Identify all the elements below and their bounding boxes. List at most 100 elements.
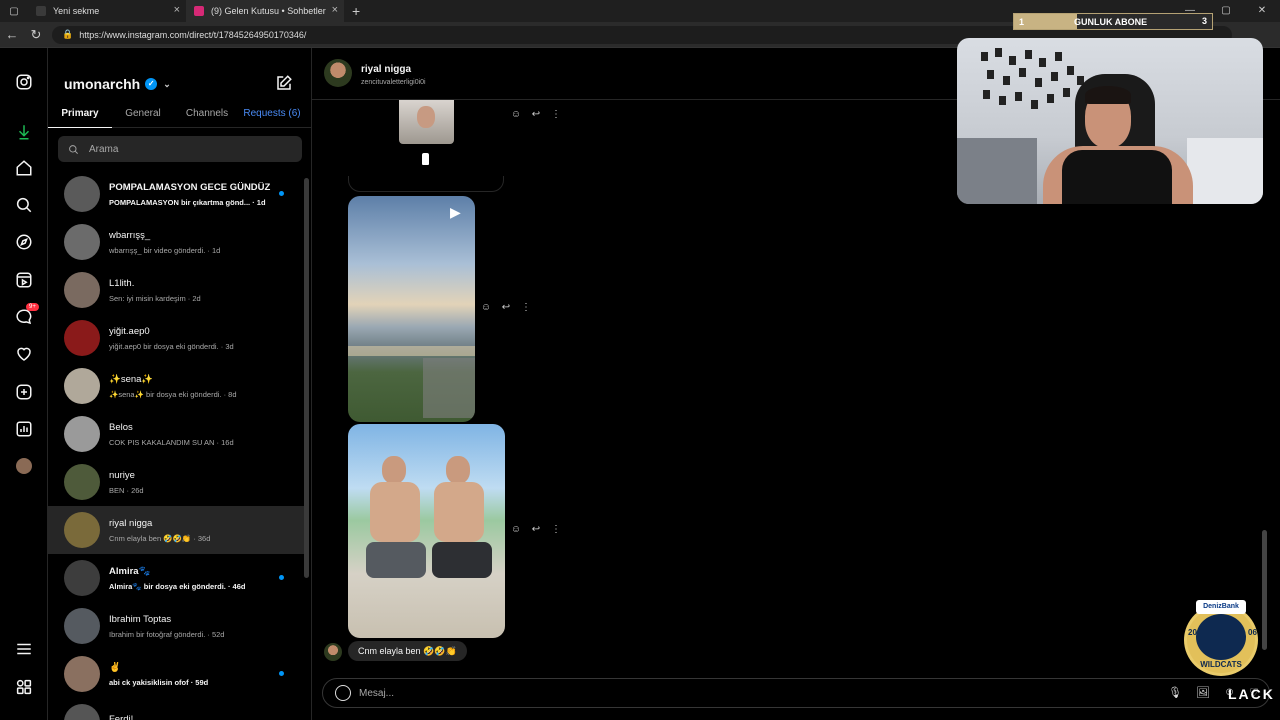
conversation-avatar[interactable] bbox=[64, 416, 100, 452]
shared-photo[interactable] bbox=[399, 100, 454, 144]
conversation-avatar[interactable] bbox=[64, 464, 100, 500]
conversation-avatar[interactable] bbox=[64, 608, 100, 644]
shared-video[interactable]: ▶ bbox=[348, 196, 475, 422]
conversation-name: Belos bbox=[109, 421, 133, 433]
play-icon[interactable]: ▶ bbox=[450, 204, 461, 221]
shared-photo[interactable] bbox=[348, 424, 505, 638]
message-actions: ☺ ↩ ⋮ bbox=[510, 109, 562, 120]
explore-icon[interactable] bbox=[14, 232, 34, 252]
new-tab-button[interactable]: + bbox=[352, 3, 360, 19]
conversation-avatar[interactable] bbox=[64, 560, 100, 596]
instagram-logo-icon[interactable] bbox=[14, 72, 34, 92]
conversation-avatar[interactable] bbox=[64, 512, 100, 548]
list-scrollbar[interactable] bbox=[304, 178, 309, 578]
reels-icon[interactable] bbox=[14, 270, 34, 290]
conversation-row[interactable]: nuriye BEN · 26d bbox=[48, 458, 304, 506]
messages-badge: 9+ bbox=[26, 303, 39, 311]
reply-icon[interactable]: ↩ bbox=[530, 109, 542, 120]
poster bbox=[1067, 66, 1074, 75]
conversation-name: ✌ bbox=[109, 661, 121, 673]
chat-avatar[interactable] bbox=[324, 59, 352, 87]
reply-icon[interactable]: ↩ bbox=[500, 302, 512, 313]
home-icon[interactable] bbox=[14, 158, 34, 178]
conversation-row[interactable]: yiğit.aep0 yiğit.aep0 bir dosya eki gönde… bbox=[48, 314, 304, 362]
conversation-avatar[interactable] bbox=[64, 320, 100, 356]
conversation-row[interactable]: POMPALAMASYON GECE GÜNDÜZ POMPALAMASYON b… bbox=[48, 170, 304, 218]
tab-channels[interactable]: Channels bbox=[174, 104, 240, 128]
watermark-text: LACK bbox=[1228, 686, 1275, 702]
url-text: https://www.instagram.com/direct/t/17845… bbox=[79, 29, 307, 40]
conversation-text: L1lith. Sen: iyi misin kardeşim · 2d bbox=[109, 278, 287, 303]
conversation-avatar[interactable] bbox=[64, 368, 100, 404]
conversation-row[interactable]: Belos COK PIS KAKALANDIM SU AN · 16d bbox=[48, 410, 304, 458]
tab-actions-icon[interactable]: ▢ bbox=[0, 0, 28, 22]
conversation-row[interactable]: Almira🐾 Almira🐾 bir dosya eki gönderdi. ·… bbox=[48, 554, 304, 602]
more-options-icon[interactable]: ⋮ bbox=[550, 524, 562, 535]
conversation-text: wbarrışş_ wbarrışş_ bir video gönderdi. ·… bbox=[109, 230, 287, 255]
search-input[interactable] bbox=[89, 143, 289, 155]
conversation-name: Almira🐾 bbox=[109, 565, 151, 577]
react-icon[interactable]: ☺ bbox=[510, 109, 522, 120]
emoji-icon[interactable] bbox=[335, 685, 351, 701]
poster bbox=[1055, 52, 1062, 61]
message-text-bubble[interactable]: Cnm elayla ben 🤣🤣👏 bbox=[348, 641, 467, 661]
tab-primary[interactable]: Primary bbox=[48, 104, 112, 128]
conversation-text: Ibrahim Toptas Ibrahim bir fotoğraf gönde… bbox=[109, 614, 287, 639]
message-composer: 🎙 🖼 ☺ ♡ bbox=[322, 678, 1270, 708]
account-switcher[interactable]: umonarchh ✓ ⌄ bbox=[64, 76, 171, 92]
conversation-row[interactable]: ✌ abi ck yakisiklisin ofof · 59d bbox=[48, 650, 304, 698]
also-from-meta-icon[interactable] bbox=[14, 677, 34, 697]
tab-new[interactable]: Yeni sekme × bbox=[28, 0, 186, 22]
tab-general[interactable]: General bbox=[112, 104, 174, 128]
conversation-avatar[interactable] bbox=[64, 656, 100, 692]
conversation-row[interactable]: Ferdi! bbox=[48, 698, 304, 720]
streamer-shirt bbox=[1062, 150, 1172, 204]
goal-label: GUNLUK ABONE bbox=[1074, 16, 1148, 27]
close-tab-icon[interactable]: × bbox=[174, 4, 180, 16]
tab-instagram[interactable]: (9) Gelen Kutusu • Sohbetler × bbox=[186, 0, 344, 22]
close-window-icon[interactable]: ✕ bbox=[1244, 0, 1280, 22]
poster bbox=[1015, 92, 1022, 101]
conversation-avatar[interactable] bbox=[64, 224, 100, 260]
conversation-name: wbarrışş_ bbox=[109, 229, 151, 241]
download-app-icon[interactable] bbox=[14, 122, 34, 142]
conversation-avatar[interactable] bbox=[64, 176, 100, 212]
webcam-overlay bbox=[957, 38, 1263, 204]
conversation-preview: ✨sena✨ bir dosya eki gönderdi. · 8d bbox=[109, 389, 237, 399]
image-icon[interactable]: 🖼 bbox=[1196, 686, 1210, 699]
more-options-icon[interactable]: ⋮ bbox=[520, 302, 532, 313]
back-icon[interactable]: ← bbox=[0, 27, 24, 42]
sender-avatar[interactable] bbox=[324, 643, 342, 661]
conversation-preview: Sen: iyi misin kardeşim · 2d bbox=[109, 293, 201, 303]
close-tab-icon[interactable]: × bbox=[332, 4, 338, 16]
conversation-row[interactable]: L1lith. Sen: iyi misin kardeşim · 2d bbox=[48, 266, 304, 314]
react-icon[interactable]: ☺ bbox=[480, 302, 492, 313]
profile-avatar[interactable] bbox=[14, 456, 34, 476]
messages-icon[interactable]: 9+ bbox=[14, 303, 39, 327]
more-options-icon[interactable]: ⋮ bbox=[550, 109, 562, 120]
search-icon[interactable] bbox=[14, 195, 34, 215]
conversation-row[interactable]: ✨sena✨ ✨sena✨ bir dosya eki gönderdi. · 8… bbox=[48, 362, 304, 410]
notifications-icon[interactable] bbox=[14, 344, 34, 364]
tab-requests[interactable]: Requests (6) bbox=[240, 104, 304, 128]
conversation-row[interactable]: riyal nigga Cnm elayla ben 🤣🤣👏 · 36d bbox=[48, 506, 304, 554]
dashboard-icon[interactable] bbox=[14, 419, 34, 439]
microphone-icon[interactable]: 🎙 bbox=[1168, 686, 1182, 699]
conversation-row[interactable]: Ibrahim Toptas Ibrahim bir fotoğraf gönde… bbox=[48, 602, 304, 650]
poster bbox=[1063, 88, 1070, 97]
reload-icon[interactable]: ↻ bbox=[24, 27, 48, 43]
more-menu-icon[interactable] bbox=[14, 639, 34, 659]
reply-icon[interactable]: ↩ bbox=[530, 524, 542, 535]
react-icon[interactable]: ☺ bbox=[510, 524, 522, 535]
create-icon[interactable] bbox=[14, 382, 34, 402]
poster bbox=[1025, 50, 1032, 59]
message-input[interactable] bbox=[359, 687, 1059, 699]
new-message-icon[interactable] bbox=[275, 74, 293, 92]
maximize-icon[interactable]: ▢ bbox=[1208, 0, 1244, 22]
conversation-row[interactable]: wbarrışş_ wbarrışş_ bir video gönderdi. ·… bbox=[48, 218, 304, 266]
conversation-avatar[interactable] bbox=[64, 704, 100, 720]
badge-year-left: 20 bbox=[1188, 628, 1197, 637]
conversation-avatar[interactable] bbox=[64, 272, 100, 308]
chat-scrollbar[interactable] bbox=[1262, 530, 1267, 650]
conversation-name: riyal nigga bbox=[109, 517, 153, 529]
